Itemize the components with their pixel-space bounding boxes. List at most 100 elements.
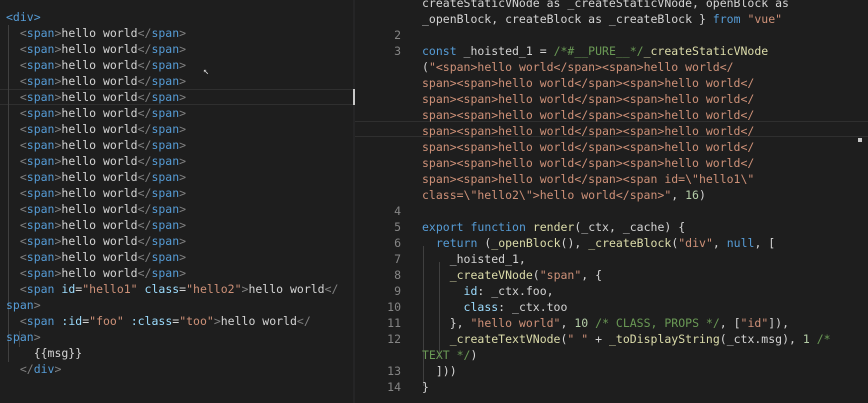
code-line[interactable]: <span>hello world</span> <box>6 105 186 121</box>
code-token: hello world <box>61 106 138 120</box>
code-token: "<span>hello world</span><span>hello wor… <box>428 60 734 74</box>
code-line[interactable]: _createVNode("span", { <box>422 267 602 283</box>
code-line[interactable]: <span>hello world</span> <box>6 233 186 249</box>
line-number: 14 <box>387 380 401 394</box>
code-token: > <box>179 234 187 248</box>
code-line[interactable]: class=\"hello2\">hello world</span>", 16… <box>422 187 706 203</box>
code-token: class <box>463 300 499 314</box>
code-line[interactable]: createStaticVNode as _createStaticVNode,… <box>422 0 789 11</box>
code-line[interactable]: <span :id="foo" :class="too">hello world… <box>6 313 311 329</box>
code-line[interactable]: <span>hello world</span> <box>6 201 186 217</box>
code-line[interactable]: <span>hello world</span> <box>6 185 186 201</box>
code-token: span <box>26 154 55 168</box>
code-line[interactable]: _openBlock, createBlock as _createBlock … <box>422 11 782 27</box>
code-line[interactable]: <span>hello world</span> <box>6 249 186 265</box>
code-token: function <box>470 220 526 234</box>
code-token: span <box>26 282 55 296</box>
code-token: hello world <box>61 250 138 264</box>
code-line[interactable]: _hoisted_1, <box>422 251 526 267</box>
code-line[interactable]: {{msg}} <box>6 345 82 361</box>
code-token: </ <box>296 314 311 328</box>
code-line[interactable]: <span>hello world</span> <box>6 89 186 105</box>
code-token: hello world <box>61 138 138 152</box>
code-line[interactable]: span><span>hello world</span><span>hello… <box>422 155 754 171</box>
code-line[interactable]: <span>hello world</span> <box>6 25 186 41</box>
code-line[interactable]: span><span>hello world</span><span>hello… <box>422 107 754 123</box>
code-token: < <box>6 90 27 104</box>
code-line[interactable]: TEXT */) <box>422 347 477 363</box>
code-line[interactable]: <div> <box>6 9 41 25</box>
code-token: _toDisplayString <box>608 332 720 346</box>
code-line[interactable]: span><span>hello world</span><span>hello… <box>422 123 754 139</box>
code-line[interactable]: <span id="hello1" class="hello2">hello w… <box>6 281 339 297</box>
code-line[interactable]: span><span>hello world</span><span>hello… <box>422 75 754 91</box>
code-token: ]), <box>768 316 790 330</box>
line-number: 12 <box>387 332 401 346</box>
code-token: </ <box>137 122 152 136</box>
code-line[interactable]: <span>hello world</span> <box>6 153 186 169</box>
code-line[interactable]: <span>hello world</span> <box>6 217 186 233</box>
code-token: id <box>463 284 478 298</box>
code-line[interactable]: <span>hello world</span> <box>6 169 186 185</box>
code-token: hello world <box>61 122 138 136</box>
code-token: < <box>6 314 27 328</box>
code-token: class=\"hello2\">hello world</span>" <box>422 188 672 202</box>
line-number <box>355 91 401 107</box>
code-token: span><span>hello world</span><span>hello… <box>422 124 755 138</box>
code-token: hello world <box>61 234 138 248</box>
code-token: _createTextVNode <box>449 332 561 346</box>
code-line[interactable]: <span>hello world</span> <box>6 57 186 73</box>
code-token: 10 <box>574 316 589 330</box>
code-line[interactable]: span><span>hello world</span><span id=\"… <box>422 171 754 187</box>
code-line[interactable]: </div> <box>6 361 62 377</box>
code-token: > <box>179 154 187 168</box>
code-token: , <box>712 236 727 250</box>
code-line[interactable]: return (_openBlock(), _createBlock("div"… <box>422 235 775 251</box>
code-token: _hoisted_1 = <box>456 44 554 58</box>
code-token: </ <box>137 106 152 120</box>
line-number: 8 <box>394 268 401 282</box>
code-token: span <box>151 42 180 56</box>
code-token: span <box>26 250 55 264</box>
left-editor-pane[interactable]: <div> <span>hello world</span> <span>hel… <box>0 0 353 403</box>
code-token: > <box>179 58 187 72</box>
code-line[interactable]: span><span>hello world</span><span>hello… <box>422 139 754 155</box>
code-token: > <box>33 330 41 344</box>
code-token: span <box>6 298 34 312</box>
code-line[interactable]: } <box>422 379 429 395</box>
code-line[interactable]: ])) <box>422 363 457 379</box>
code-line[interactable]: export function render(_ctx, _cache) { <box>422 219 685 235</box>
code-line[interactable]: span><span>hello world</span><span>hello… <box>422 91 754 107</box>
code-token: : _ctx.foo, <box>477 284 554 298</box>
code-token: hello world <box>61 266 138 280</box>
code-token: span <box>26 202 55 216</box>
code-token: class <box>144 282 180 296</box>
code-token: export <box>422 220 464 234</box>
code-token: _hoisted_1, <box>422 252 526 266</box>
code-token: "span" <box>539 268 582 282</box>
code-line[interactable]: const _hoisted_1 = /*#__PURE__*/_createS… <box>422 43 768 59</box>
code-token: : _ctx.too <box>498 300 568 314</box>
code-line[interactable]: <span>hello world</span> <box>6 265 186 281</box>
code-line[interactable]: <span>hello world</span> <box>6 137 186 153</box>
right-editor-pane[interactable]: createStaticVNode as _createStaticVNode,… <box>355 0 868 403</box>
code-line[interactable]: <span>hello world</span> <box>6 41 186 57</box>
code-line[interactable]: <span>hello world</span> <box>6 73 186 89</box>
code-token: hello world <box>61 170 138 184</box>
code-token: </ <box>137 170 152 184</box>
code-token: hello world <box>61 58 138 72</box>
code-line[interactable]: span> <box>6 297 41 313</box>
code-line[interactable]: ("<span>hello world</span><span>hello wo… <box>422 59 734 75</box>
code-line[interactable]: }, "hello world", 10 /* CLASS, PROPS */,… <box>422 315 789 331</box>
code-line[interactable]: class: _ctx.too <box>422 299 568 315</box>
line-number: 9 <box>394 284 401 298</box>
code-line[interactable]: id: _ctx.foo, <box>422 283 554 299</box>
code-token: "vue" <box>747 12 783 26</box>
code-line[interactable]: <span>hello world</span> <box>6 121 186 137</box>
code-line[interactable]: span> <box>6 329 41 345</box>
code-line[interactable]: _createTextVNode(" " + _toDisplayString(… <box>422 331 831 347</box>
